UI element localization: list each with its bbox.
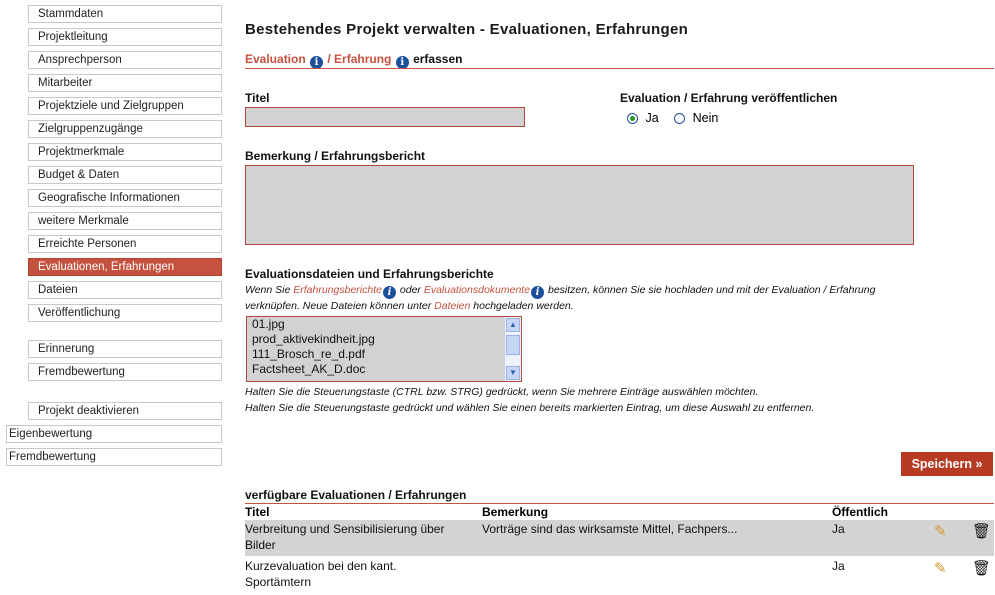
delete-trash-icon[interactable]: 🗑 — [972, 524, 991, 539]
row-oeffentlich: Ja — [832, 522, 845, 536]
evaluationsdokumente-link[interactable]: Evaluationsdokumente — [424, 284, 530, 296]
sidebar-item-erreichte-personen[interactable]: Erreichte Personen — [28, 235, 222, 253]
info-icon[interactable]: i — [382, 286, 396, 299]
listbox-scrollbar[interactable]: ▲ ▼ — [504, 317, 521, 381]
scroll-down-icon[interactable]: ▼ — [506, 366, 520, 380]
list-item[interactable]: Factsheet_AK_D.doc — [247, 362, 521, 377]
erfahrung-link[interactable]: Erfahrung — [334, 52, 391, 66]
subhead-suffix: erfassen — [413, 52, 463, 66]
delete-trash-icon[interactable]: 🗑 — [972, 561, 991, 576]
row-bemerkung: Vorträge sind das wirksamste Mittel, Fac… — [482, 522, 738, 536]
sidebar-item-dateien[interactable]: Dateien — [28, 281, 222, 299]
sidebar-item-geografische-informationen[interactable]: Geografische Informationen — [28, 189, 222, 207]
divider — [245, 503, 994, 504]
sidebar-item-projektmerkmale[interactable]: Projektmerkmale — [28, 143, 222, 161]
sidebar-item-erinnerung[interactable]: Erinnerung — [28, 340, 222, 358]
sidebar-item-eigenbewertung[interactable]: Eigenbewertung — [6, 425, 222, 443]
edit-pencil-icon[interactable]: ✎ — [934, 524, 947, 539]
sidebar-item-projektziele[interactable]: Projektziele und Zielgruppen — [28, 97, 222, 115]
sidebar-item-fremdbewertung-top[interactable]: Fremdbewertung — [6, 448, 222, 466]
sidebar-item-ansprechperson[interactable]: Ansprechperson — [28, 51, 222, 69]
row-titel-cont: Bilder — [245, 538, 276, 552]
row-titel: Kurzevaluation bei den kant. — [245, 559, 397, 573]
titel-input[interactable] — [245, 107, 525, 127]
evaluation-link[interactable]: Evaluation — [245, 52, 306, 66]
table-heading: verfügbare Evaluationen / Erfahrungen — [245, 488, 467, 502]
sidebar-item-weitere-merkmale[interactable]: weitere Merkmale — [28, 212, 222, 230]
hint-text-1: Halten Sie die Steuerungstaste (CTRL bzw… — [245, 386, 759, 398]
publish-label: Evaluation / Erfahrung veröffentlichen — [620, 91, 838, 105]
hint-text-2: Halten Sie die Steuerungstaste gedrückt … — [245, 402, 815, 414]
scroll-thumb[interactable] — [506, 335, 520, 355]
titel-label: Titel — [245, 91, 270, 105]
sidebar-item-fremdbewertung[interactable]: Fremdbewertung — [28, 363, 222, 381]
row-titel: Verbreitung und Sensibilisierung über — [245, 522, 445, 536]
save-button[interactable]: Speichern » — [901, 452, 993, 476]
radio-ja[interactable] — [627, 113, 638, 124]
radio-nein-label: Nein — [692, 111, 719, 125]
radio-nein[interactable] — [674, 113, 686, 124]
dateien-link[interactable]: Dateien — [434, 300, 470, 312]
section-subhead: Evaluation i / Erfahrung i erfassen — [245, 52, 462, 69]
erfahrungsberichte-link[interactable]: Erfahrungsberichte — [293, 284, 382, 296]
bemerkung-label: Bemerkung / Erfahrungsbericht — [245, 149, 426, 163]
list-item[interactable]: prod_aktivekindheit.jpg — [247, 332, 521, 347]
page-title: Bestehendes Projekt verwalten - Evaluati… — [245, 21, 689, 38]
list-item[interactable]: 111_Brosch_re_d.pdf — [247, 347, 521, 362]
row-oeffentlich: Ja — [832, 559, 845, 573]
column-header-titel: Titel — [245, 505, 270, 519]
column-header-bemerkung: Bemerkung — [482, 505, 549, 519]
radio-ja-label: Ja — [645, 111, 659, 125]
files-listbox[interactable]: 01.jpg prod_aktivekindheit.jpg 111_Brosc… — [246, 316, 522, 382]
divider — [245, 68, 994, 69]
publish-radio-group: Ja Nein — [627, 111, 718, 125]
sidebar-item-mitarbeiter[interactable]: Mitarbeiter — [28, 74, 222, 92]
sidebar-item-zielgruppenzugaenge[interactable]: Zielgruppenzugänge — [28, 120, 222, 138]
scroll-up-icon[interactable]: ▲ — [506, 318, 520, 332]
info-icon[interactable]: i — [531, 286, 545, 299]
files-help-text: Wenn Sie Erfahrungsberichte i oder Evalua… — [245, 284, 876, 312]
column-header-oeffentlich: Öffentlich — [832, 505, 888, 519]
sidebar-item-budget[interactable]: Budget & Daten — [28, 166, 222, 184]
sidebar-item-stammdaten[interactable]: Stammdaten — [28, 5, 222, 23]
files-label: Evaluationsdateien und Erfahrungsbericht… — [245, 267, 494, 281]
sidebar-item-evaluationen[interactable]: Evaluationen, Erfahrungen — [28, 258, 222, 276]
bemerkung-textarea[interactable] — [245, 165, 914, 245]
sidebar-item-projektleitung[interactable]: Projektleitung — [28, 28, 222, 46]
list-item[interactable]: 01.jpg — [247, 317, 521, 332]
edit-pencil-icon[interactable]: ✎ — [934, 561, 947, 576]
row-titel-cont: Sportämtern — [245, 575, 312, 589]
sidebar-item-veroeffentlichung[interactable]: Veröffentlichung — [28, 304, 222, 322]
sidebar-item-projekt-deaktivieren[interactable]: Projekt deaktivieren — [28, 402, 222, 420]
